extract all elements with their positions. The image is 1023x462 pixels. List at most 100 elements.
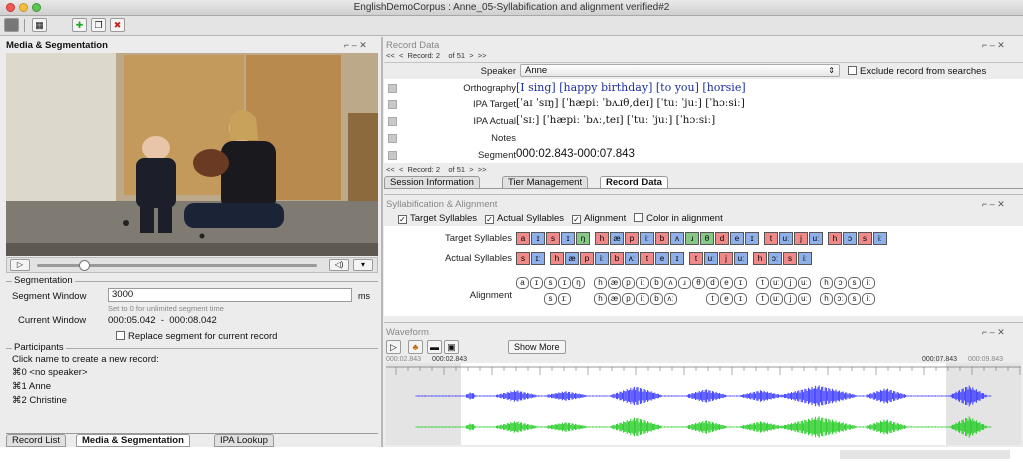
syllable-phone[interactable]: j: [794, 232, 808, 245]
save-icon[interactable]: [4, 18, 19, 32]
syllable-phone[interactable]: uː: [779, 232, 793, 245]
tier-lock-icon[interactable]: [388, 134, 397, 143]
tab-ipa-lookup[interactable]: IPA Lookup: [214, 434, 274, 447]
alignment-target-phone[interactable]: θ: [692, 277, 705, 289]
layout-icon[interactable]: ▦: [32, 18, 47, 32]
alignment-target-phone[interactable]: j: [784, 277, 797, 289]
syllable-phone[interactable]: ɹ: [685, 232, 699, 245]
tab-record-data[interactable]: Record Data: [600, 176, 668, 189]
check-icon[interactable]: ✓: [484, 215, 494, 224]
syllable-phone[interactable]: p: [580, 252, 594, 265]
orthography-value[interactable]: [I sing] [happy birthday] [to you] [hors…: [516, 81, 746, 94]
alignment-actual-phone[interactable]: uː: [798, 293, 811, 305]
alignment-actual-phone[interactable]: t: [756, 293, 769, 305]
export-icon[interactable]: ▣: [444, 340, 459, 354]
record-number[interactable]: 2: [436, 165, 440, 174]
horizontal-scrollbar[interactable]: [840, 450, 1010, 459]
syllable-phone[interactable]: uː: [734, 252, 748, 265]
alignment-actual-phone[interactable]: t: [706, 293, 719, 305]
syllable-phone[interactable]: h: [753, 252, 767, 265]
alignment-target-phone[interactable]: s: [848, 277, 861, 289]
alignment-row[interactable]: a ɪ s s ɪ ɪː ŋ h h æ æ p p iː iː b b ʌ ʌː ɹ θ d t e e ɪ ɪ t t uː uː j j u…: [516, 277, 1021, 311]
alignment-target-phone[interactable]: e: [720, 277, 733, 289]
checkbox-icon[interactable]: [634, 213, 644, 222]
alignment-actual-phone[interactable]: uː: [770, 293, 783, 305]
syllable-phone[interactable]: ʌ: [670, 232, 684, 245]
syllable-phone[interactable]: æ: [565, 252, 579, 265]
syllable-phone[interactable]: e: [730, 232, 744, 245]
syllable-phone[interactable]: s: [858, 232, 872, 245]
syllable-phone[interactable]: ʌː: [625, 252, 639, 265]
syllable-phone[interactable]: h: [828, 232, 842, 245]
duplicate-record-icon[interactable]: ❐: [91, 18, 106, 32]
save-wave-icon[interactable]: ▬: [427, 340, 442, 354]
tab-media-segmentation[interactable]: Media & Segmentation: [76, 434, 190, 447]
panel-controls[interactable]: ⌐ – ✕: [982, 40, 1005, 51]
tier-lock-icon[interactable]: [388, 84, 397, 93]
syllable-phone[interactable]: j: [719, 252, 733, 265]
tab-record-list[interactable]: Record List: [6, 434, 67, 447]
panel-controls[interactable]: ⌐ – ✕: [982, 327, 1005, 338]
panel-controls[interactable]: ⌐ – ✕: [982, 199, 1005, 210]
alignment-actual-phone[interactable]: h: [820, 293, 833, 305]
delete-record-icon[interactable]: ✖: [110, 18, 125, 32]
alignment-actual-phone[interactable]: ɪː: [558, 293, 571, 305]
alignment-actual-phone[interactable]: æ: [608, 293, 621, 305]
alignment-target-phone[interactable]: b: [650, 277, 663, 289]
exclude-record-checkbox[interactable]: Exclude record from searches: [848, 66, 986, 77]
last-record-button[interactable]: >>: [478, 165, 487, 174]
alignment-target-phone[interactable]: d: [706, 277, 719, 289]
actual-syllables-checkbox[interactable]: ✓ Actual Syllables: [484, 213, 564, 224]
alignment-target-phone[interactable]: uː: [798, 277, 811, 289]
syllable-phone[interactable]: ɪ: [745, 232, 759, 245]
alignment-actual-phone[interactable]: ɪ: [734, 293, 747, 305]
play-icon[interactable]: ▷: [10, 259, 30, 271]
alignment-actual-phone[interactable]: s: [848, 293, 861, 305]
tab-tier-management[interactable]: Tier Management: [502, 176, 589, 189]
alignment-actual-phone[interactable]: p: [622, 293, 635, 305]
syllable-phone[interactable]: h: [595, 232, 609, 245]
check-icon[interactable]: ✓: [398, 215, 407, 224]
alignment-target-phone[interactable]: ɔ: [834, 277, 847, 289]
alignment-target-phone[interactable]: s: [544, 277, 557, 289]
tools-icon[interactable]: ♣: [408, 340, 423, 354]
alignment-target-phone[interactable]: ɪ: [530, 277, 543, 289]
tab-session-information[interactable]: Session Information: [384, 176, 480, 189]
waveform-display[interactable]: [386, 363, 1021, 445]
syllable-phone[interactable]: s: [516, 252, 530, 265]
syllable-phone[interactable]: uː: [704, 252, 718, 265]
replace-segment-checkbox[interactable]: Replace segment for current record: [116, 331, 277, 342]
alignment-actual-phone[interactable]: j: [784, 293, 797, 305]
first-record-button[interactable]: <<: [386, 51, 395, 60]
alignment-target-phone[interactable]: ŋ: [572, 277, 585, 289]
volume-icon[interactable]: ◁): [329, 259, 349, 271]
next-record-button[interactable]: >: [469, 165, 473, 174]
syllable-phone[interactable]: uː: [809, 232, 823, 245]
alignment-target-phone[interactable]: æ: [608, 277, 621, 289]
syllable-phone[interactable]: ɔː: [768, 252, 782, 265]
menu-chevron-icon[interactable]: ▾: [353, 259, 373, 271]
syllable-phone[interactable]: iː: [873, 232, 887, 245]
syllable-phone[interactable]: ɪ: [531, 232, 545, 245]
syllable-phone[interactable]: s: [783, 252, 797, 265]
participant-item[interactable]: ⌘1 Anne: [12, 381, 51, 392]
tier-lock-icon[interactable]: [388, 151, 397, 160]
speaker-select[interactable]: Anne ⇕: [520, 64, 840, 77]
ipa-actual-value[interactable]: [ˈsɪː] [ˈhæpiː ˈbʌː,teɪ] [ˈtuː ˈjuː] [ˈh…: [516, 114, 715, 126]
alignment-actual-phone[interactable]: b: [650, 293, 663, 305]
last-record-button[interactable]: >>: [478, 51, 487, 60]
syllable-phone[interactable]: t: [764, 232, 778, 245]
syllable-phone[interactable]: t: [689, 252, 703, 265]
alignment-actual-phone[interactable]: ɔː: [834, 293, 847, 305]
alignment-target-phone[interactable]: iː: [862, 277, 875, 289]
participant-item[interactable]: ⌘0 <no speaker>: [12, 367, 88, 378]
alignment-actual-phone[interactable]: iː: [636, 293, 649, 305]
segment-window-input[interactable]: 3000: [108, 288, 352, 302]
syllable-phone[interactable]: e: [655, 252, 669, 265]
color-in-alignment-checkbox[interactable]: Color in alignment: [634, 213, 723, 224]
tier-lock-icon[interactable]: [388, 100, 397, 109]
alignment-target-phone[interactable]: ʌ: [664, 277, 677, 289]
check-icon[interactable]: ✓: [571, 215, 581, 224]
syllable-phone[interactable]: h: [550, 252, 564, 265]
alignment-actual-phone[interactable]: iː: [862, 293, 875, 305]
